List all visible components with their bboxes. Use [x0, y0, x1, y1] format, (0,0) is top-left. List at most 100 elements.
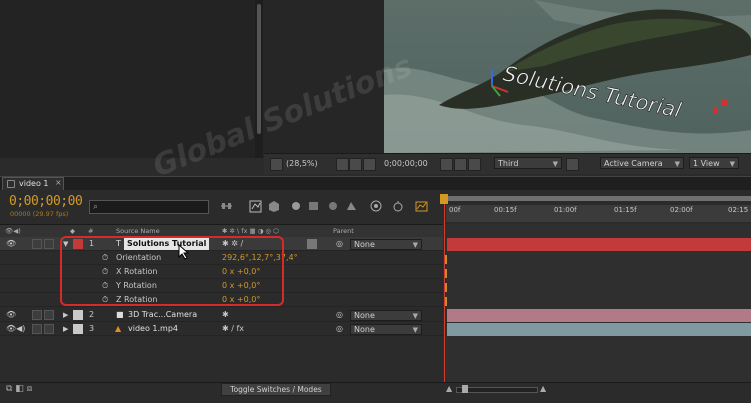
source-name-header[interactable]: Source Name: [116, 227, 160, 235]
video-switch-eye-icon[interactable]: 👁: [6, 237, 16, 251]
label-color-swatch[interactable]: [73, 310, 83, 320]
camera-dropdown[interactable]: Active Camera ▼: [600, 157, 684, 169]
keyframe-marker[interactable]: [445, 255, 447, 264]
tab-label: video 1: [19, 179, 49, 188]
panel-gutter: [263, 0, 384, 158]
mask-visibility-icon[interactable]: [349, 158, 362, 171]
3d-view-value: Third: [498, 159, 519, 168]
layer-row[interactable]: 👁 ▶ 2 ■ 3D Trac...Camera ✱ ◎ None ▼: [0, 308, 443, 322]
stopwatch-icon[interactable]: [392, 199, 405, 213]
show-snapshot-icon[interactable]: [454, 158, 467, 171]
parent-pick-whip-icon[interactable]: ◎: [336, 237, 343, 251]
timeline-footer: [0, 382, 751, 403]
switches-header-icon[interactable]: ✱ ✲ \ fx ▦ ◑ ◎ ⬡: [222, 227, 279, 235]
viewer-timecode[interactable]: 0;00;00;00: [384, 158, 428, 170]
grid-icon[interactable]: [336, 158, 349, 171]
auto-keyframe-icon[interactable]: [370, 199, 383, 213]
parent-dropdown[interactable]: None ▼: [350, 310, 422, 321]
parent-pick-whip-icon[interactable]: ◎: [336, 308, 343, 322]
label-color-swatch[interactable]: [73, 324, 83, 334]
tab-close-icon[interactable]: ×: [55, 178, 62, 187]
fast-previews-icon[interactable]: [566, 158, 579, 171]
current-time-display[interactable]: 0;00;00;00: [9, 194, 83, 209]
close-icon[interactable]: [7, 180, 15, 188]
current-time-indicator-head[interactable]: [440, 194, 448, 204]
color-channels-icon[interactable]: [468, 158, 481, 171]
toggle-switches-modes-button[interactable]: Toggle Switches / Modes: [221, 383, 331, 396]
keyframe-marker[interactable]: [445, 283, 447, 292]
3d-view-dropdown[interactable]: Third ▼: [494, 157, 562, 169]
lock-switch[interactable]: [44, 310, 54, 320]
footer-expand-icons[interactable]: ⧉ ◧ ⧈: [6, 384, 32, 394]
ruler-tick-label: 01:00f: [554, 206, 577, 214]
frame-blending-icon[interactable]: [307, 199, 320, 213]
zoom-slider[interactable]: [456, 387, 538, 393]
scrollbar-thumb[interactable]: [257, 4, 261, 134]
ruler-tick-label: 02:15: [728, 206, 749, 214]
zoom-level[interactable]: (28,5%): [286, 158, 318, 170]
zoom-out-icon[interactable]: ▲: [446, 384, 452, 393]
expand-triangle-icon[interactable]: ▶: [63, 308, 68, 322]
zoom-in-icon[interactable]: ▲: [540, 384, 546, 393]
keyframe-marker[interactable]: [445, 269, 447, 278]
layer-switches[interactable]: ✱: [222, 308, 229, 322]
label-header-icon[interactable]: ◆: [70, 227, 75, 235]
comp-mini-flowchart-icon[interactable]: [220, 199, 233, 213]
layer-name[interactable]: video 1.mp4: [128, 322, 178, 336]
view-layout-dropdown[interactable]: 1 View ▼: [689, 157, 739, 169]
expand-triangle-icon[interactable]: ▶: [63, 322, 68, 336]
tab-video-1[interactable]: video 1 ×: [2, 177, 64, 191]
layer-number: 3: [89, 324, 95, 333]
zoom-slider-thumb[interactable]: [462, 385, 468, 393]
composition-viewer[interactable]: Solutions Tutorial: [384, 0, 751, 153]
work-area-bar[interactable]: [446, 196, 751, 201]
chevron-down-icon: ▼: [552, 160, 558, 168]
parent-value: None: [354, 325, 375, 334]
always-preview-icon[interactable]: [270, 158, 283, 171]
chevron-down-icon: ▼: [674, 160, 680, 168]
layer-number-header[interactable]: #: [88, 227, 93, 235]
viewer-toolbar: (28,5%) 0;00;00;00 Third ▼ Active Camera ▼…: [264, 153, 751, 174]
live-update-icon[interactable]: [249, 199, 262, 213]
parent-header[interactable]: Parent: [333, 227, 354, 235]
ruler-tick-label: 00:15f: [494, 206, 517, 214]
brainstorm-icon[interactable]: [345, 199, 358, 213]
camera-layer-icon: ■: [116, 310, 124, 319]
chevron-down-icon: ▼: [412, 326, 418, 334]
footage-layer-icon: ▲: [115, 324, 122, 333]
motion-blur-icon[interactable]: [327, 199, 340, 213]
chevron-down-icon: ▼: [729, 160, 735, 168]
layer-1-duration-bar[interactable]: [447, 238, 751, 251]
3d-layer-switch-icon[interactable]: [307, 239, 317, 249]
chevron-down-icon: ▼: [412, 241, 418, 249]
layer-search-input[interactable]: ⌕: [89, 200, 209, 214]
av-features-header-icon[interactable]: 👁◀): [5, 227, 21, 235]
lock-switch[interactable]: [44, 324, 54, 334]
layer-switches[interactable]: ✱ / fx: [222, 322, 244, 336]
search-icon: ⌕: [93, 202, 99, 212]
hide-shy-layers-icon[interactable]: [290, 199, 303, 213]
layer-2-duration-bar[interactable]: [447, 309, 751, 322]
solo-switch[interactable]: [32, 310, 42, 320]
layer-row[interactable]: 👁◀) ▶ 3 ▲ video 1.mp4 ✱ / fx ◎ None ▼: [0, 322, 443, 336]
time-ruler-bar[interactable]: [446, 205, 751, 222]
parent-dropdown[interactable]: None ▼: [350, 239, 422, 250]
layer-number: 2: [89, 310, 95, 319]
layer-name[interactable]: 3D Trac...Camera: [128, 308, 197, 322]
region-of-interest-icon[interactable]: [363, 158, 376, 171]
current-time-indicator[interactable]: [444, 194, 445, 394]
solo-switch[interactable]: [32, 239, 42, 249]
camera-snapshot-icon[interactable]: [440, 158, 453, 171]
video-switch-eye-icon[interactable]: 👁: [6, 308, 16, 322]
keyframe-marker[interactable]: [445, 297, 447, 306]
parent-pick-whip-icon[interactable]: ◎: [336, 322, 343, 336]
draft-3d-icon[interactable]: [268, 199, 281, 213]
graph-editor-icon[interactable]: [415, 199, 428, 213]
layer-3-duration-bar[interactable]: [447, 323, 751, 336]
solo-switch[interactable]: [32, 324, 42, 334]
lock-switch[interactable]: [44, 239, 54, 249]
ruler-tick-label: 02:00f: [670, 206, 693, 214]
parent-value: None: [354, 240, 375, 249]
video-switch-eye-icon[interactable]: 👁◀): [6, 322, 25, 336]
parent-dropdown[interactable]: None ▼: [350, 324, 422, 335]
